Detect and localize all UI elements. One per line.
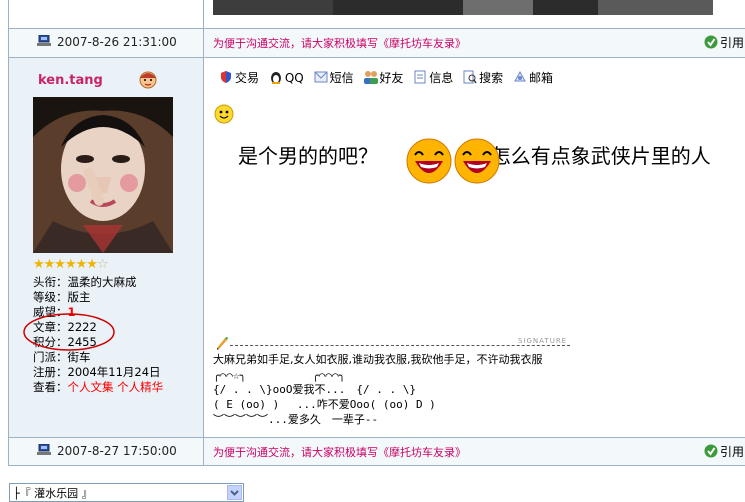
divider <box>8 28 745 29</box>
shield-icon <box>219 70 233 84</box>
info-action[interactable]: 信息 <box>413 70 454 85</box>
signature-line: {/ . . \}ooO爱我不... {/ . . \} <box>213 383 416 396</box>
quote-icon <box>704 35 718 49</box>
info-icon <box>413 70 427 84</box>
mail-action[interactable]: 邮箱 <box>513 70 553 85</box>
user-view-row: 查看：个人文集 个人精华 <box>33 380 163 395</box>
message-icon <box>314 70 328 84</box>
personal-best-link[interactable]: 个人精华 <box>117 380 163 394</box>
notice-link[interactable]: 为便于沟通交流，请大家积极填写《摩托坊车友录》 <box>213 444 466 460</box>
signature-divider <box>230 345 570 346</box>
post-time: 2007-8-27 17:50:00 <box>37 443 177 458</box>
forum-jump-select[interactable]: ├『 灌水乐园 』 <box>9 483 244 502</box>
user-level-row: 等级：版主 <box>33 290 91 305</box>
label: 查看： <box>33 380 68 394</box>
message-action[interactable]: 短信 <box>314 71 354 85</box>
search-icon <box>463 70 477 84</box>
user-registered-row: 注册：2004年11月24日 <box>33 365 161 380</box>
label: 邮箱 <box>528 71 553 85</box>
qq-action[interactable]: QQ <box>269 71 304 85</box>
label: 门派： <box>33 350 68 364</box>
divider <box>8 57 745 58</box>
divider <box>8 465 745 466</box>
quote-label: 引用 <box>720 36 745 50</box>
value: 版主 <box>67 290 91 304</box>
trade-action[interactable]: 交易 <box>219 71 259 85</box>
friends-icon <box>363 70 379 84</box>
label: 好友 <box>379 71 404 85</box>
highlight-circle <box>22 312 116 352</box>
user-avatar <box>33 97 173 253</box>
signature-label: SIGNATURE <box>518 337 568 345</box>
friend-action[interactable]: 好友 <box>363 71 403 85</box>
value: 2004年11月24日 <box>67 365 161 379</box>
username[interactable]: ken.tang <box>38 73 103 88</box>
computer-icon <box>37 34 51 47</box>
previous-post-image <box>213 0 713 15</box>
value: 温柔的大麻成 <box>67 275 137 289</box>
smiley-icon <box>214 104 234 124</box>
user-faction-row: 门派：街车 <box>33 350 91 365</box>
quote-icon <box>704 444 718 458</box>
value: 街车 <box>67 350 91 364</box>
label: 信息 <box>429 71 454 85</box>
star-icon: ★★★★★★ <box>33 257 98 272</box>
label: 头衔： <box>33 275 68 289</box>
pencil-icon <box>215 336 229 350</box>
user-title-row: 头衔：温柔的大麻成 <box>33 275 137 290</box>
divider <box>8 437 745 438</box>
select-value: ├『 灌水乐园 』 <box>13 487 93 500</box>
gender-icon <box>137 68 159 90</box>
notice-link[interactable]: 为便于沟通交流，请大家积极填写《摩托坊车友录》 <box>213 35 466 51</box>
label: 交易 <box>235 71 260 85</box>
signature-line: ( E (oo) ) ...咋不爱Ooo( (oo) D ) <box>213 398 436 411</box>
post-text-part2: 怎么有点象武侠片里的人 <box>490 144 711 168</box>
quote-button[interactable]: 引用 <box>704 443 744 460</box>
personal-collection-link[interactable]: 个人文集 <box>68 380 114 394</box>
quote-label: 引用 <box>720 445 745 459</box>
post-time-text: 2007-8-26 21:31:00 <box>57 35 177 49</box>
rank-stars: ★★★★★★☆ <box>33 257 109 272</box>
label: 注册： <box>33 365 68 379</box>
laughing-emoji-icon <box>405 137 453 185</box>
label: 搜索 <box>479 71 504 85</box>
column-divider <box>203 0 204 466</box>
star-empty-icon: ☆ <box>96 257 109 272</box>
post-time-text: 2007-8-27 17:50:00 <box>57 444 177 458</box>
computer-icon <box>37 443 51 456</box>
chevron-down-icon[interactable] <box>227 485 242 500</box>
label: 短信 <box>329 71 354 85</box>
post-time: 2007-8-26 21:31:00 <box>37 34 177 49</box>
label: QQ <box>284 71 304 85</box>
signature-line: 大麻兄弟如手足,女人如衣服,谁动我衣服,我砍他手足，不许动我衣服 <box>213 353 543 366</box>
search-action[interactable]: 搜索 <box>463 70 504 85</box>
quote-button[interactable]: 引用 <box>704 34 744 51</box>
label: 等级： <box>33 290 68 304</box>
signature-line: ︶︶︶︶︶...爱多久 一辈子-- <box>213 413 379 426</box>
mail-icon <box>513 70 527 84</box>
laughing-emoji-icon <box>453 137 501 185</box>
post-text-part1: 是个男的的吧？ <box>238 144 378 168</box>
penguin-icon <box>269 70 283 84</box>
user-action-menu: 交易 QQ 短信 好友 信息 搜索 邮箱 <box>219 69 553 86</box>
